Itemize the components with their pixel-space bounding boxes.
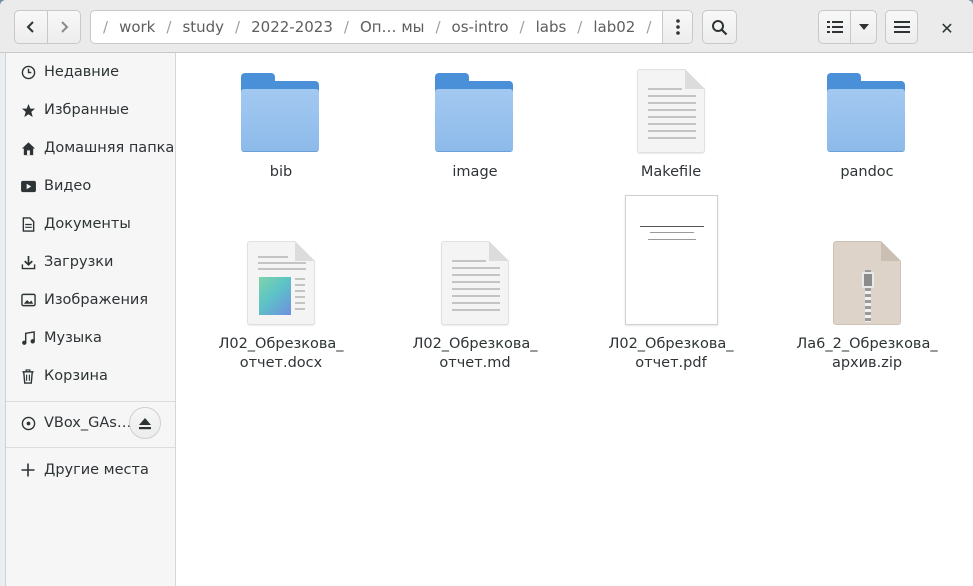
sidebar-item-label: Корзина (44, 368, 108, 384)
file-name: Ла6_2_Обрезкова_ архив.zip (796, 336, 938, 371)
breadcrumb-lab02[interactable]: lab02 (586, 18, 642, 36)
file-item-image[interactable]: image (380, 69, 570, 182)
sidebar-divider (6, 447, 175, 448)
file-item-report-docx[interactable]: Л02_Обрезкова_ отчет.docx (186, 195, 376, 373)
header-bar: / work / study / 2022-2023 / Оп… мы / os… (0, 0, 973, 53)
file-grid: bib image Makefile pandoc Л02_Обрезкова_… (176, 53, 973, 586)
trash-icon (20, 368, 36, 384)
sidebar-item-downloads[interactable]: Загрузки (6, 244, 175, 280)
folder-icon (241, 73, 321, 153)
file-name: image (452, 164, 498, 180)
breadcrumb-os-intro[interactable]: os-intro (445, 18, 516, 36)
file-item-archive-zip[interactable]: Ла6_2_Обрезкова_ архив.zip (772, 195, 962, 373)
home-icon (20, 140, 36, 156)
text-file-icon (441, 241, 509, 325)
plus-icon (20, 462, 36, 478)
forward-button[interactable] (47, 10, 81, 44)
hamburger-menu-icon (893, 21, 910, 33)
eject-button[interactable] (129, 407, 161, 439)
sidebar-item-label: Видео (44, 178, 92, 194)
file-item-report-md[interactable]: Л02_Обрезкова_ отчет.md (380, 195, 570, 373)
disc-icon (20, 415, 36, 431)
text-file-icon (637, 69, 705, 153)
sidebar-item-other-locations[interactable]: Другие места (6, 452, 175, 488)
sidebar-item-label: Другие места (44, 462, 149, 478)
breadcrumb: / work / study / 2022-2023 / Оп… мы / os… (90, 10, 693, 44)
sidebar-item-label: Домашняя папка (44, 140, 175, 156)
sidebar-item-label: Избранные (44, 102, 129, 118)
view-mode-button[interactable] (818, 10, 851, 44)
main-menu-button[interactable] (885, 10, 918, 44)
sidebar: Недавние Избранные Домашняя папка Видео … (6, 53, 176, 586)
file-item-report-pdf[interactable]: Л02_Обрезкова_ отчет.pdf (576, 195, 766, 373)
sidebar-item-device[interactable]: VBox_GAs… (6, 405, 175, 441)
go-next-icon (61, 21, 69, 33)
document-icon (20, 216, 36, 232)
sidebar-item-music[interactable]: Музыка (6, 320, 175, 356)
image-icon (20, 292, 36, 308)
file-name: Makefile (640, 164, 702, 180)
sidebar-item-label: Документы (44, 216, 131, 232)
sidebar-divider (6, 401, 175, 402)
path-menu-button[interactable] (662, 11, 692, 43)
sidebar-item-label: Загрузки (44, 254, 114, 270)
file-manager-window: / work / study / 2022-2023 / Оп… мы / os… (0, 0, 973, 586)
sidebar-item-starred[interactable]: Избранные (6, 92, 175, 128)
folder-icon (435, 73, 515, 153)
star-icon (20, 102, 36, 118)
music-icon (20, 330, 36, 346)
eject-icon (139, 417, 151, 429)
sidebar-item-trash[interactable]: Корзина (6, 358, 175, 394)
file-name: Л02_Обрезкова_ отчет.pdf (608, 336, 734, 371)
file-name: pandoc (840, 164, 894, 180)
list-view-icon (826, 21, 843, 33)
search-button[interactable] (702, 10, 737, 44)
breadcrumb-labs[interactable]: labs (529, 18, 574, 36)
back-button[interactable] (14, 10, 48, 44)
sidebar-item-documents[interactable]: Документы (6, 206, 175, 242)
file-item-pandoc[interactable]: pandoc (772, 69, 962, 182)
file-name: Л02_Обрезкова_ отчет.md (412, 336, 538, 371)
download-icon (20, 254, 36, 270)
breadcrumb-course[interactable]: Оп… мы (353, 18, 432, 36)
close-icon: ✕ (940, 18, 954, 38)
docx-file-icon (247, 241, 315, 325)
file-name: Л02_Обрезкова_ отчет.docx (218, 336, 344, 371)
more-vertical-icon (675, 19, 680, 35)
chevron-down-icon (858, 24, 869, 30)
sidebar-item-label: Музыка (44, 330, 102, 346)
sidebar-item-label: Изображения (44, 292, 149, 308)
breadcrumb-study[interactable]: study (175, 18, 231, 36)
video-icon (20, 178, 36, 194)
file-item-makefile[interactable]: Makefile (576, 69, 766, 182)
pdf-thumbnail (624, 195, 718, 325)
sidebar-item-recent[interactable]: Недавние (6, 54, 175, 90)
file-name: bib (269, 164, 293, 180)
folder-icon (827, 73, 907, 153)
sidebar-item-home[interactable]: Домашняя папка (6, 130, 175, 166)
close-window-button[interactable]: ✕ (934, 15, 960, 41)
search-icon (712, 19, 728, 35)
sidebar-item-label: Недавние (44, 64, 120, 80)
clock-icon (20, 64, 36, 80)
sidebar-item-label: VBox_GAs… (44, 415, 132, 431)
zip-archive-icon (833, 241, 901, 325)
view-options-dropdown[interactable] (850, 10, 877, 44)
sidebar-item-videos[interactable]: Видео (6, 168, 175, 204)
file-item-bib[interactable]: bib (186, 69, 376, 182)
go-previous-icon (26, 21, 34, 33)
breadcrumb-work[interactable]: work (112, 18, 162, 36)
sidebar-item-pictures[interactable]: Изображения (6, 282, 175, 318)
breadcrumb-year[interactable]: 2022-2023 (244, 18, 340, 36)
